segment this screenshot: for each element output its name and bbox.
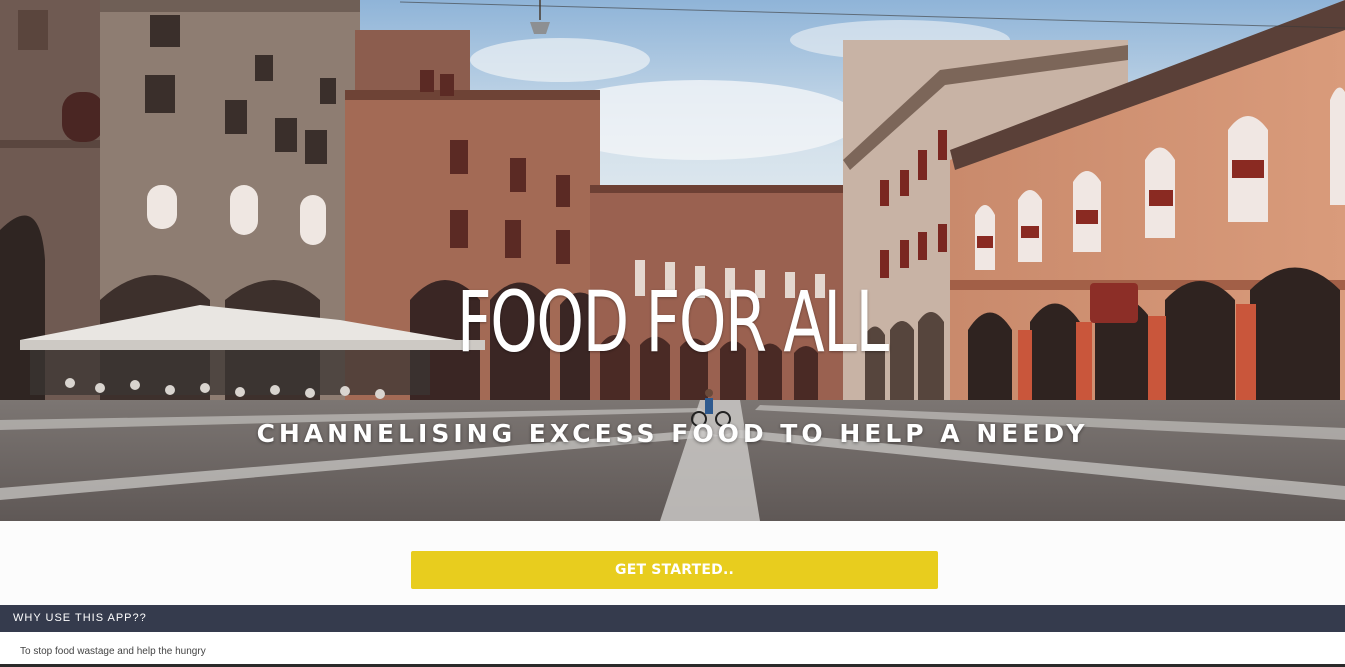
hero-banner: FOOD FOR ALL CHANNELISING EXCESS FOOD TO… <box>0 0 1345 521</box>
why-section-title: WHY USE THIS APP?? <box>13 612 147 624</box>
why-section-header: WHY USE THIS APP?? <box>0 605 1345 632</box>
hero-subtitle: CHANNELISING EXCESS FOOD TO HELP A NEEDY <box>256 419 1089 448</box>
cta-section: GET STARTED.. <box>0 521 1345 605</box>
hero-title: FOOD FOR ALL <box>456 273 889 371</box>
why-section-body: To stop food wastage and help the hungry <box>0 632 1345 667</box>
why-section-text: To stop food wastage and help the hungry <box>20 646 206 657</box>
get-started-button[interactable]: GET STARTED.. <box>411 551 938 589</box>
landing-page: FOOD FOR ALL CHANNELISING EXCESS FOOD TO… <box>0 0 1345 667</box>
